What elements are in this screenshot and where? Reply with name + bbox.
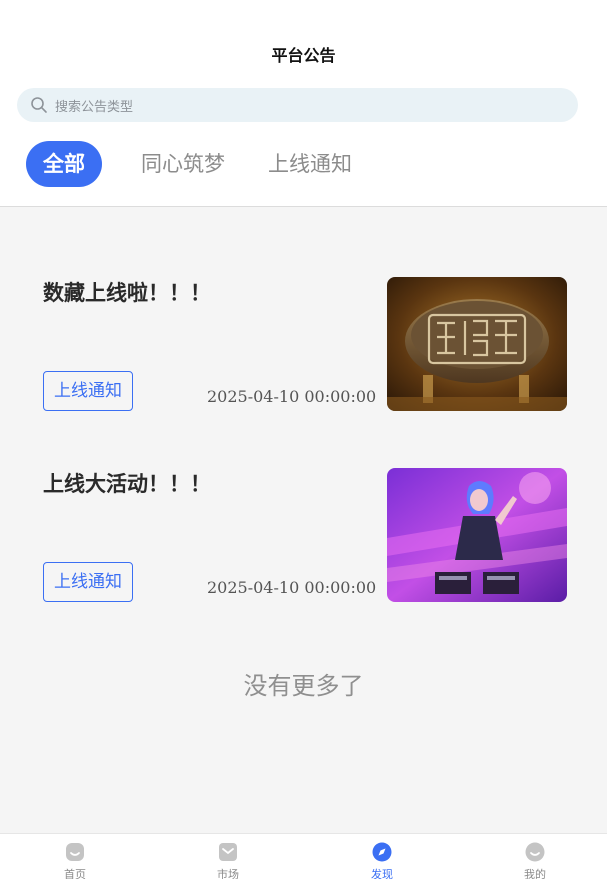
compass-icon [372, 842, 392, 862]
nav-home[interactable]: 首页 [35, 842, 115, 879]
page-title: 平台公告 [271, 46, 336, 65]
search-bar[interactable]: 搜索公告类型 [17, 88, 578, 122]
nav-label: 市场 [217, 868, 239, 879]
top-panel: 平台公告 搜索公告类型 全部 同心筑梦 上线通知 [0, 0, 607, 207]
home-icon [66, 843, 84, 861]
announcement-card[interactable]: 数藏上线啦！！！ 上线通知 2025-04-10 00:00:00 [43, 277, 567, 411]
announcement-card[interactable]: 上线大活动！！！ 上线通知 2025-04-10 00:00:00 [43, 468, 567, 602]
tab-all[interactable]: 全部 [26, 141, 102, 187]
tab-tongxin-zhumeng[interactable]: 同心筑梦 [141, 141, 225, 187]
nav-label: 发现 [371, 868, 393, 879]
profile-icon [525, 842, 545, 862]
bronze-seal-image [387, 277, 567, 411]
search-icon [31, 97, 47, 113]
search-input[interactable]: 搜索公告类型 [55, 96, 133, 115]
nav-discover[interactable]: 发现 [342, 842, 422, 879]
category-tag: 上线通知 [43, 371, 133, 411]
market-icon [219, 843, 237, 861]
nav-label: 首页 [64, 868, 86, 879]
no-more-text: 没有更多了 [243, 672, 364, 700]
tab-online-notice[interactable]: 上线通知 [268, 141, 352, 187]
announcement-title: 数藏上线啦！！！ [43, 281, 211, 305]
bottom-nav: 首页 市场 发现 我的 [0, 833, 607, 879]
announcement-date: 2025-04-10 00:00:00 [207, 387, 377, 406]
announcement-title: 上线大活动！！！ [43, 472, 211, 496]
nav-label: 我的 [524, 868, 546, 879]
announcement-date: 2025-04-10 00:00:00 [207, 578, 377, 597]
category-tag: 上线通知 [43, 562, 133, 602]
nav-market[interactable]: 市场 [188, 842, 268, 879]
cyber-girl-image [387, 468, 567, 602]
nav-profile[interactable]: 我的 [495, 842, 575, 879]
